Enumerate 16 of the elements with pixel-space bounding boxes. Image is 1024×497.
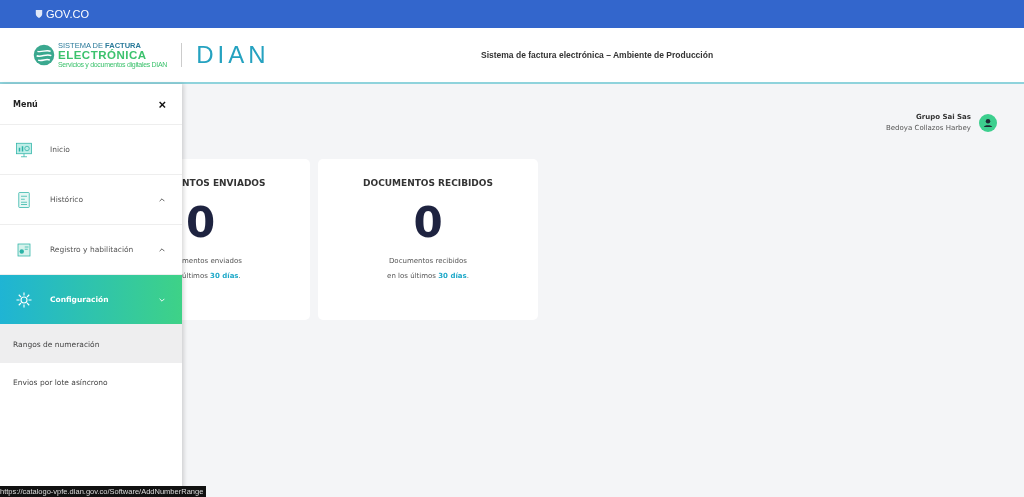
clipboard-icon <box>15 240 33 259</box>
avatar-icon[interactable] <box>979 114 997 132</box>
gov-logo-text[interactable]: GOV.CO <box>46 8 89 20</box>
count-value: 0 <box>186 202 216 244</box>
document-icon <box>15 190 33 209</box>
shield-icon <box>35 9 43 19</box>
monitor-icon <box>15 140 33 159</box>
globe-logo-icon <box>33 44 55 66</box>
page-title: Sistema de factura electrónica – Ambiente de Producción <box>481 50 714 60</box>
close-button[interactable]: × <box>158 96 166 112</box>
count-value: 0 <box>413 202 443 244</box>
menu-title: Menú <box>13 99 38 109</box>
brand-logo: DIAN <box>196 41 270 69</box>
logo-subtitle: ELECTRÓNICA <box>58 49 148 61</box>
card-title: DOCUMENTOS RECIBIDOS <box>363 178 493 188</box>
card-title: NTOS ENVIADOS <box>182 178 266 188</box>
